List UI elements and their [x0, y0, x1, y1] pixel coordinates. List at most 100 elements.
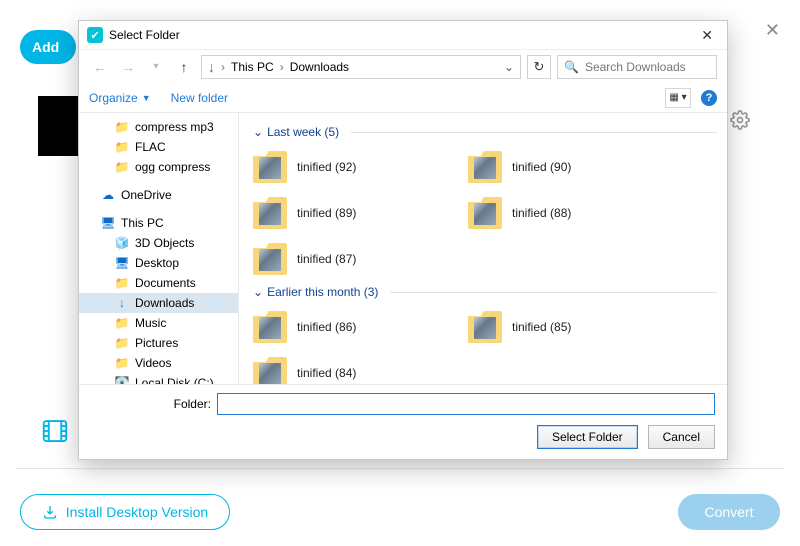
up-button[interactable]: ↑	[173, 56, 195, 78]
group-header[interactable]: ⌄ Earlier this month (3)	[253, 285, 717, 299]
tree-item[interactable]: 📁FLAC	[79, 137, 238, 157]
folder-item[interactable]: tinified (90)	[468, 147, 663, 187]
tree-item[interactable]: 💽Local Disk (C:)	[79, 373, 238, 384]
view-options-button[interactable]: ▦ ▾	[665, 88, 691, 108]
organize-label: Organize	[89, 91, 138, 105]
tree-item-label: Pictures	[135, 336, 178, 350]
new-folder-button[interactable]: New folder	[171, 91, 228, 105]
chevron-down-icon: ▼	[142, 93, 151, 103]
add-button-bg[interactable]: Add	[20, 30, 76, 64]
divider	[16, 468, 784, 469]
file-list[interactable]: ⌄ Last week (5) tinified (92) tinified (90)…	[239, 113, 727, 384]
add-button-label: Add	[32, 39, 59, 55]
back-button[interactable]: ←	[89, 56, 111, 78]
folder-item[interactable]: tinified (88)	[468, 193, 663, 233]
folder-item[interactable]: tinified (84)	[253, 353, 448, 384]
tree-item-label: Music	[135, 316, 166, 330]
folder-icon	[253, 311, 287, 343]
install-desktop-button[interactable]: Install Desktop Version	[20, 494, 230, 530]
gear-icon[interactable]	[730, 110, 750, 130]
tree-item-label: Desktop	[135, 256, 179, 270]
breadcrumb-root[interactable]: This PC	[231, 60, 274, 74]
breadcrumb-current[interactable]: Downloads	[290, 60, 349, 74]
folder-name: tinified (87)	[297, 252, 356, 266]
recent-dropdown[interactable]: ▾	[145, 56, 167, 78]
chevron-right-icon: ›	[280, 60, 284, 74]
chevron-down-icon[interactable]: ⌄	[504, 60, 514, 74]
folder-icon	[468, 311, 502, 343]
download-icon	[42, 504, 58, 520]
bg-video-thumb	[38, 96, 78, 156]
toolbar: Organize ▼ New folder ▦ ▾ ?	[79, 83, 727, 113]
chevron-right-icon: ›	[221, 60, 225, 74]
folder-icon	[468, 197, 502, 229]
tree-item[interactable]: 📁ogg compress	[79, 157, 238, 177]
folder-tree[interactable]: 📁compress mp3📁FLAC📁ogg compress ☁OneDrive…	[79, 113, 239, 384]
refresh-button[interactable]: ↻	[527, 55, 551, 79]
folder-name: tinified (84)	[297, 366, 356, 380]
tree-item-label: This PC	[121, 216, 164, 230]
tree-item[interactable]: ☁OneDrive	[79, 185, 238, 205]
tree-item[interactable]: 📁compress mp3	[79, 117, 238, 137]
dialog-footer: Folder: Select Folder Cancel	[79, 384, 727, 459]
bg-close-icon[interactable]: ✕	[765, 20, 780, 41]
tree-item-label: Local Disk (C:)	[135, 376, 214, 384]
install-label: Install Desktop Version	[66, 504, 208, 520]
tree-item[interactable]: 🧊3D Objects	[79, 233, 238, 253]
convert-label: Convert	[704, 504, 753, 520]
tree-item[interactable]: 📁Videos	[79, 353, 238, 373]
close-icon[interactable]: ✕	[695, 27, 719, 44]
folder-name: tinified (85)	[512, 320, 571, 334]
folder-name: tinified (90)	[512, 160, 571, 174]
tree-item[interactable]: 📁Music	[79, 313, 238, 333]
group-title: Earlier this month (3)	[267, 285, 378, 299]
nav-row: ← → ▾ ↑ ↓ › This PC › Downloads ⌄ ↻ 🔍 Se…	[79, 49, 727, 83]
convert-button[interactable]: Convert	[678, 494, 780, 530]
search-icon: 🔍	[564, 60, 579, 74]
folder-name: tinified (89)	[297, 206, 356, 220]
folder-item[interactable]: tinified (86)	[253, 307, 448, 347]
downloads-icon: ↓	[208, 59, 215, 75]
folder-name-input[interactable]	[217, 393, 715, 415]
tree-item[interactable]: 🖥Desktop	[79, 253, 238, 273]
title-bar: ✔ Select Folder ✕	[79, 21, 727, 49]
folder-item[interactable]: tinified (87)	[253, 239, 448, 279]
tree-item-label: Documents	[135, 276, 196, 290]
select-folder-button[interactable]: Select Folder	[537, 425, 638, 449]
folder-name: tinified (92)	[297, 160, 356, 174]
select-folder-label: Select Folder	[552, 430, 623, 444]
tree-item-label: ogg compress	[135, 160, 210, 174]
select-folder-dialog: ✔ Select Folder ✕ ← → ▾ ↑ ↓ › This PC › …	[78, 20, 728, 460]
organize-menu[interactable]: Organize ▼	[89, 91, 151, 105]
folder-icon	[253, 357, 287, 384]
folder-item[interactable]: tinified (89)	[253, 193, 448, 233]
folder-field-label: Folder:	[91, 397, 211, 411]
chevron-down-icon: ⌄	[253, 285, 263, 299]
folder-name: tinified (86)	[297, 320, 356, 334]
search-placeholder: Search Downloads	[585, 60, 686, 74]
folder-icon	[468, 151, 502, 183]
tree-item-label: Videos	[135, 356, 171, 370]
tree-item[interactable]: 📁Documents	[79, 273, 238, 293]
group-title: Last week (5)	[267, 125, 339, 139]
tree-item-label: FLAC	[135, 140, 166, 154]
search-input[interactable]: 🔍 Search Downloads	[557, 55, 717, 79]
address-bar[interactable]: ↓ › This PC › Downloads ⌄	[201, 55, 521, 79]
tree-item[interactable]: ↓Downloads	[79, 293, 238, 313]
chevron-down-icon: ⌄	[253, 125, 263, 139]
tree-item-label: 3D Objects	[135, 236, 194, 250]
group-header[interactable]: ⌄ Last week (5)	[253, 125, 717, 139]
tree-item-label: compress mp3	[135, 120, 214, 134]
tree-item[interactable]: 🖥This PC	[79, 213, 238, 233]
app-icon: ✔	[87, 27, 103, 43]
help-icon[interactable]: ?	[701, 90, 717, 106]
folder-item[interactable]: tinified (92)	[253, 147, 448, 187]
tree-item[interactable]: 📁Pictures	[79, 333, 238, 353]
folder-icon	[253, 197, 287, 229]
folder-icon	[253, 243, 287, 275]
folder-item[interactable]: tinified (85)	[468, 307, 663, 347]
cancel-button[interactable]: Cancel	[648, 425, 715, 449]
tree-item-label: OneDrive	[121, 188, 172, 202]
folder-icon	[253, 151, 287, 183]
new-folder-label: New folder	[171, 91, 228, 105]
